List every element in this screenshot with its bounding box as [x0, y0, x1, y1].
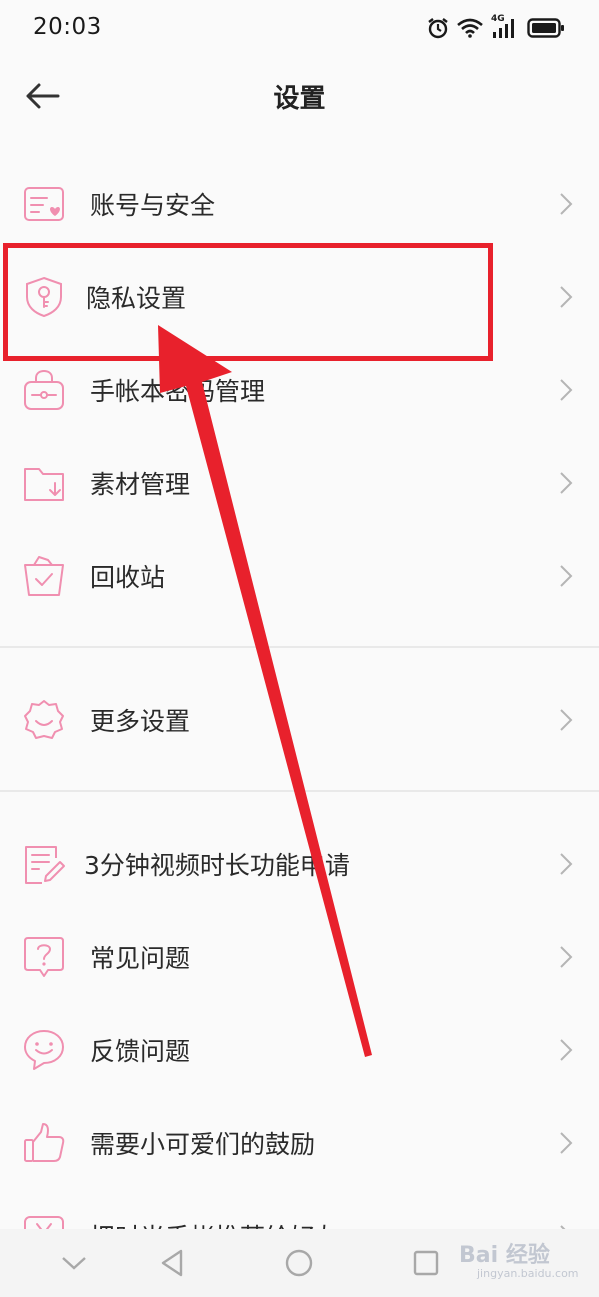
settings-item-label: 回收站 [90, 563, 166, 592]
edit-document-icon [25, 846, 65, 884]
smile-bubble-icon [24, 1030, 64, 1070]
settings-item-materials[interactable]: 素材管理 [0, 437, 599, 529]
settings-screen: 20:03 4G 设置 账号与安全 隐私设置 手帐本密码管理 素材管理 回收站 … [0, 0, 599, 1297]
nav-home-button[interactable] [283, 1247, 315, 1279]
nav-back-button[interactable] [156, 1247, 188, 1279]
settings-item-label: 反馈问题 [90, 1037, 191, 1066]
shield-key-icon [26, 276, 62, 318]
chevron-right-icon [560, 286, 573, 308]
chevron-right-icon [560, 853, 573, 875]
chevron-right-icon [560, 472, 573, 494]
settings-item-account-security[interactable]: 账号与安全 [0, 158, 599, 250]
settings-item-label: 3分钟视频时长功能申请 [84, 851, 350, 880]
settings-item-label: 需要小可爱们的鼓励 [90, 1130, 316, 1159]
back-triangle-icon [161, 1249, 183, 1277]
settings-item-recycle-bin[interactable]: 回收站 [0, 530, 599, 622]
settings-item-encouragement[interactable]: 需要小可爱们的鼓励 [0, 1097, 599, 1189]
watermark-main: Bai 经验 [459, 1243, 550, 1268]
gear-smile-icon [24, 700, 64, 739]
settings-item-label: 隐私设置 [86, 284, 187, 313]
lock-bag-icon [24, 369, 64, 410]
chevron-right-icon [560, 1039, 573, 1061]
settings-item-label: 手帐本密码管理 [90, 377, 266, 406]
settings-item-label: 账号与安全 [90, 191, 216, 220]
thumbs-up-icon [24, 1123, 65, 1162]
section-divider [0, 790, 599, 792]
settings-group-primary: 账号与安全 隐私设置 手帐本密码管理 素材管理 回收站 [0, 158, 599, 644]
nav-recents-button[interactable] [410, 1247, 442, 1279]
settings-item-faq[interactable]: 常见问题 [0, 911, 599, 1003]
settings-item-privacy[interactable]: 隐私设置 [0, 251, 599, 343]
chevron-right-icon [560, 946, 573, 968]
chevron-right-icon [560, 193, 573, 215]
navigation-bar: Bai 经验 jingyan.baidu.com [0, 1229, 599, 1297]
settings-group-more: 更多设置 [0, 674, 599, 766]
battery-icon [527, 17, 565, 39]
settings-item-more-settings[interactable]: 更多设置 [0, 674, 599, 766]
nav-collapse-button[interactable] [58, 1247, 90, 1279]
section-divider [0, 646, 599, 648]
recents-square-icon [413, 1250, 439, 1276]
settings-item-notebook-password[interactable]: 手帐本密码管理 [0, 344, 599, 436]
watermark-sub: jingyan.baidu.com [477, 1267, 579, 1280]
page-title: 设置 [273, 84, 326, 114]
settings-item-feedback[interactable]: 反馈问题 [0, 1004, 599, 1096]
collapse-chevron-icon [62, 1257, 86, 1270]
chevron-right-icon [560, 709, 573, 731]
alarm-icon [427, 17, 449, 39]
header: 设置 [0, 56, 599, 142]
status-time: 20:03 [33, 14, 102, 40]
wifi-icon [457, 18, 483, 38]
folder-download-icon [24, 468, 64, 501]
account-card-icon [24, 187, 64, 221]
chevron-right-icon [560, 565, 573, 587]
recycle-bin-icon [24, 556, 64, 596]
settings-item-label: 常见问题 [90, 944, 191, 973]
status-bar: 20:03 4G [0, 0, 599, 56]
settings-item-label: 更多设置 [90, 707, 191, 736]
watermark: Bai 经验 jingyan.baidu.com [459, 1237, 579, 1291]
question-icon [24, 937, 64, 977]
settings-group-help: 3分钟视频时长功能申请 常见问题 反馈问题 需要小可爱们的鼓励 [0, 818, 599, 1256]
chevron-right-icon [560, 379, 573, 401]
status-icons: 4G [427, 14, 565, 41]
chevron-right-icon [560, 1132, 573, 1154]
settings-item-video-duration[interactable]: 3分钟视频时长功能申请 [0, 818, 599, 910]
signal-icon: 4G [491, 14, 519, 40]
settings-item-label: 素材管理 [90, 470, 191, 499]
home-circle-icon [285, 1249, 313, 1277]
